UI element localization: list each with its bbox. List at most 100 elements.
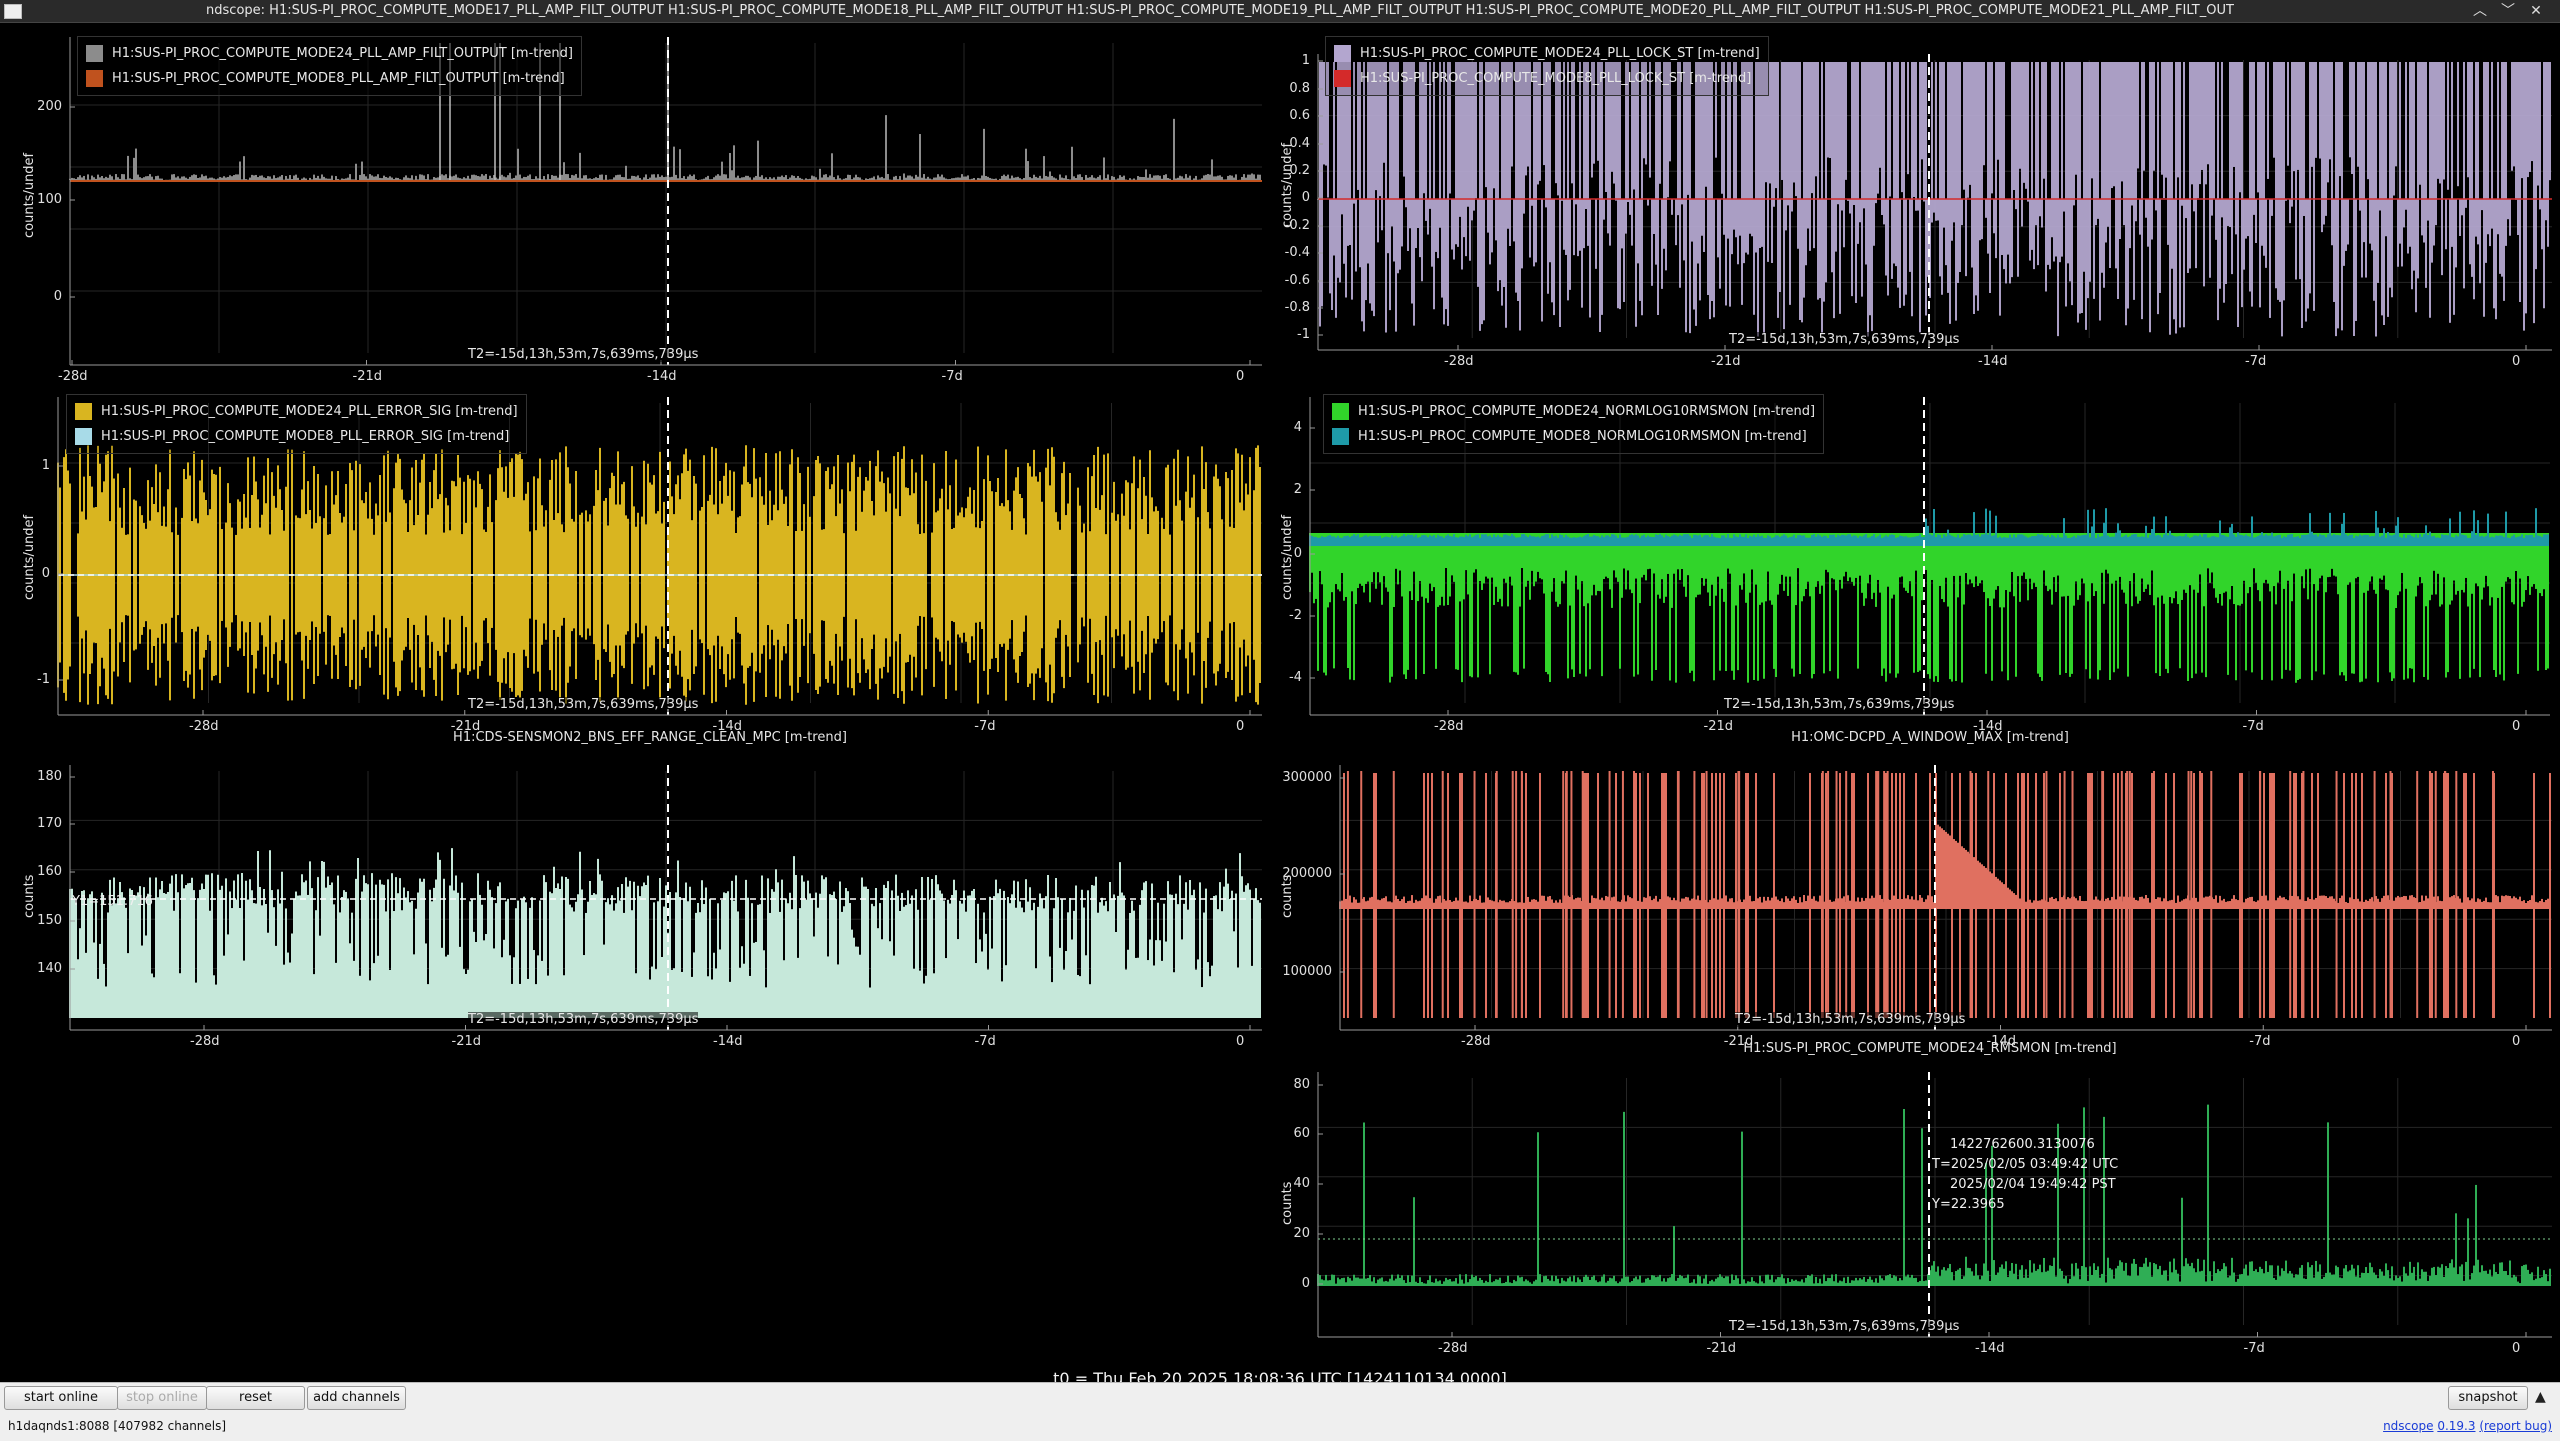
x-tick-label: -7d: [2243, 1341, 2265, 1356]
plot-panel-normlog10rmsmon[interactable]: counts/undef H1:SUS-PI_PROC_COMPUTE_MODE…: [1270, 378, 2560, 734]
x-tick-label: -7d: [974, 1034, 996, 1049]
version-link[interactable]: 0.19.3: [2437, 1419, 2475, 1433]
y-tick-label: 1: [1301, 53, 1310, 68]
legend-label: H1:SUS-PI_PROC_COMPUTE_MODE24_PLL_ERROR_…: [101, 404, 518, 419]
legend: H1:SUS-PI_PROC_COMPUTE_MODE24_NORMLOG10R…: [1323, 394, 1825, 454]
y-tick-label: 0.4: [1289, 136, 1310, 151]
legend-swatch: [75, 428, 92, 445]
panel-title: H1:OMC-DCPD_A_WINDOW_MAX [m-trend]: [1791, 730, 2069, 745]
y-tick-label: 160: [37, 864, 62, 879]
start-online-button[interactable]: start online: [4, 1386, 118, 1410]
x-tick-label: 0: [1236, 1034, 1245, 1049]
legend-swatch: [86, 45, 103, 62]
legend-swatch: [1332, 403, 1349, 420]
y-tick-label: 180: [37, 769, 62, 784]
x-tick-label: -28d: [1444, 354, 1474, 369]
legend-swatch: [1334, 45, 1351, 62]
chevron-down-icon: ﹀: [2501, 3, 2515, 19]
window-title: ndscope: H1:SUS-PI_PROC_COMPUTE_MODE17_P…: [206, 3, 2234, 18]
legend-swatch: [75, 403, 92, 420]
window-title-bar: ndscope: H1:SUS-PI_PROC_COMPUTE_MODE17_P…: [0, 0, 2560, 23]
y-tick-label: 2: [1293, 482, 1302, 497]
t2-cursor-label: T2=-15d,13h,53m,7s,639ms,739µs: [468, 347, 699, 362]
y-tick-label: -1: [37, 672, 50, 687]
y-axis-label: counts: [22, 874, 37, 918]
x-tick-label: -7d: [2245, 354, 2267, 369]
legend-entry: H1:SUS-PI_PROC_COMPUTE_MODE8_PLL_ERROR_S…: [75, 424, 518, 449]
y-tick-label: 100: [37, 192, 62, 207]
plot-panel-amp-filt-output[interactable]: counts/undef H1:SUS-PI_PROC_COMPUTE_MODE…: [0, 23, 1270, 384]
y-tick-label: -0.8: [1284, 300, 1310, 315]
y-axis-label: counts/undef: [1280, 142, 1295, 228]
legend: H1:SUS-PI_PROC_COMPUTE_MODE24_PLL_LOCK_S…: [1325, 36, 1769, 96]
y-tick-label: 140: [37, 961, 62, 976]
y-tick-label: 300000: [1282, 770, 1332, 785]
plot-panel-dcpd-window-max[interactable]: H1:OMC-DCPD_A_WINDOW_MAX [m-trend] count…: [1270, 728, 2560, 1049]
y-tick-label: -2: [1289, 608, 1302, 623]
x-tick-label: -14d: [713, 1034, 743, 1049]
chevron-up-icon: ︿: [2473, 3, 2487, 19]
legend-label: H1:SUS-PI_PROC_COMPUTE_MODE8_PLL_ERROR_S…: [101, 429, 510, 444]
legend-label: H1:SUS-PI_PROC_COMPUTE_MODE24_NORMLOG10R…: [1358, 404, 1816, 419]
y-tick-label: 1: [41, 458, 50, 473]
y-tick-label: 40: [1293, 1176, 1310, 1191]
legend-entry: H1:SUS-PI_PROC_COMPUTE_MODE8_PLL_AMP_FIL…: [86, 66, 573, 91]
panel-title: H1:CDS-SENSMON2_BNS_EFF_RANGE_CLEAN_MPC …: [453, 730, 847, 745]
plot-panel-lock-st[interactable]: counts/undef H1:SUS-PI_PROC_COMPUTE_MODE…: [1270, 23, 2560, 378]
legend-entry: H1:SUS-PI_PROC_COMPUTE_MODE24_NORMLOG10R…: [1332, 399, 1815, 424]
add-channels-button[interactable]: add channels: [307, 1386, 406, 1410]
legend-label: H1:SUS-PI_PROC_COMPUTE_MODE8_PLL_AMP_FIL…: [112, 71, 565, 86]
t2-cursor-label: T2=-15d,13h,53m,7s,639ms,739µs: [1729, 1319, 1960, 1334]
panel-title: H1:SUS-PI_PROC_COMPUTE_MODE24_RMSMON [m-…: [1743, 1041, 2117, 1056]
version-info: ndscope 0.19.3 (report bug): [2383, 1419, 2552, 1433]
cursor-readout: 1422762600.3130076 T=2025/02/05 03:49:42…: [1932, 1135, 2118, 1215]
legend-label: H1:SUS-PI_PROC_COMPUTE_MODE8_NORMLOG10RM…: [1358, 429, 1807, 444]
legend-entry: H1:SUS-PI_PROC_COMPUTE_MODE24_PLL_LOCK_S…: [1334, 41, 1760, 66]
x-tick-label: 0: [2512, 1341, 2521, 1356]
y-tick-label: -0.2: [1284, 218, 1310, 233]
t2-cursor-label: T2=-15d,13h,53m,7s,639ms,739µs: [1735, 1012, 1966, 1027]
t2-cursor-label: T2=-15d,13h,53m,7s,639ms,739µs: [1729, 332, 1960, 347]
snapshot-button[interactable]: snapshot: [2448, 1386, 2528, 1410]
plot-canvas: [69, 765, 1262, 1031]
y-tick-label: -0.4: [1284, 245, 1310, 260]
y-tick-label: 0.8: [1289, 81, 1310, 96]
report-bug-link[interactable]: (report bug): [2479, 1419, 2552, 1433]
legend-swatch: [1334, 70, 1351, 87]
y-axis-label: counts: [1280, 874, 1295, 918]
cursor-gps-time: 1422762600.3130076: [1950, 1137, 2095, 1152]
x-tick-label: -21d: [451, 1034, 482, 1049]
x-tick-label: -28d: [1438, 1341, 1468, 1356]
y-tick-label: 20: [1293, 1226, 1310, 1241]
plot-area[interactable]: counts/undef H1:SUS-PI_PROC_COMPUTE_MODE…: [0, 23, 2560, 1388]
legend-swatch: [1332, 428, 1349, 445]
y-tick-label: 0: [1301, 190, 1310, 205]
y-tick-label: 4: [1293, 420, 1302, 435]
snapshot-menu-arrow-icon[interactable]: ▲: [2535, 1389, 2546, 1405]
stop-online-button[interactable]: stop online: [117, 1386, 207, 1410]
legend-entry: H1:SUS-PI_PROC_COMPUTE_MODE8_PLL_LOCK_ST…: [1334, 66, 1760, 91]
y-tick-label: 0: [41, 566, 50, 581]
plot-panel-rmsmon[interactable]: H1:SUS-PI_PROC_COMPUTE_MODE24_RMSMON [m-…: [1270, 1035, 2560, 1356]
y-tick-label: 200000: [1282, 866, 1332, 881]
ndscope-link[interactable]: ndscope: [2383, 1419, 2433, 1433]
legend: H1:SUS-PI_PROC_COMPUTE_MODE24_PLL_AMP_FI…: [77, 36, 582, 96]
plot-panel-bns-range[interactable]: H1:CDS-SENSMON2_BNS_EFF_RANGE_CLEAN_MPC …: [0, 728, 1270, 1049]
plot-canvas: [1339, 765, 2552, 1031]
x-tick-label: 0: [2512, 354, 2521, 369]
plot-panel-error-sig[interactable]: counts/undef H1:SUS-PI_PROC_COMPUTE_MODE…: [0, 378, 1270, 734]
y-tick-label: 150: [37, 913, 62, 928]
reset-button[interactable]: reset: [206, 1386, 305, 1410]
cursor-local-time: 2025/02/04 19:49:42 PST: [1950, 1177, 2116, 1192]
close-button[interactable]: ✕: [2526, 1, 2546, 21]
legend-entry: H1:SUS-PI_PROC_COMPUTE_MODE24_PLL_ERROR_…: [75, 399, 518, 424]
legend: H1:SUS-PI_PROC_COMPUTE_MODE24_PLL_ERROR_…: [66, 394, 527, 454]
x-tick-label: -28d: [190, 1034, 220, 1049]
maximize-button[interactable]: ﹀: [2498, 1, 2518, 21]
y-axis-label: counts/undef: [22, 514, 37, 600]
minimize-button[interactable]: ︿: [2470, 1, 2490, 21]
cursor-utc-time: T=2025/02/05 03:49:42 UTC: [1932, 1157, 2119, 1172]
close-icon: ✕: [2530, 3, 2542, 19]
legend-swatch: [86, 70, 103, 87]
y-tick-label: 80: [1293, 1077, 1310, 1092]
